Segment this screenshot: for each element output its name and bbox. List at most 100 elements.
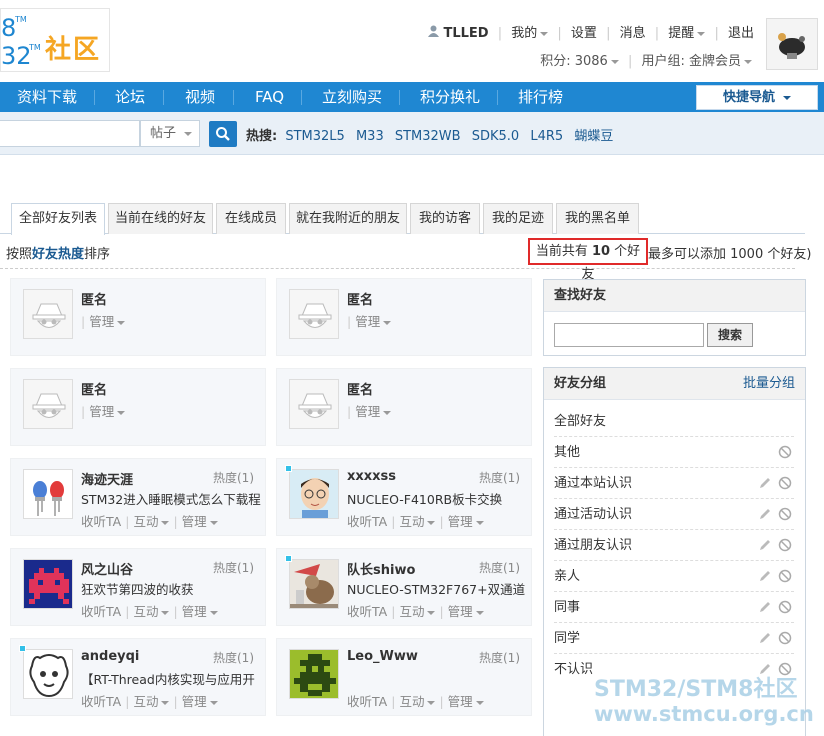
find-friend-button[interactable]: 搜索: [707, 323, 753, 347]
group-item[interactable]: 其他: [554, 437, 794, 468]
remind-menu[interactable]: 提醒: [668, 22, 706, 41]
quick-nav-button[interactable]: 快捷导航: [696, 85, 818, 110]
manage-menu[interactable]: 管理: [448, 604, 484, 619]
interact-menu[interactable]: 互动: [133, 604, 170, 619]
edit-icon[interactable]: [758, 600, 772, 614]
tab-footprints[interactable]: 我的足迹: [483, 203, 553, 234]
anonymous-avatar[interactable]: [289, 289, 339, 339]
manage-menu[interactable]: 管理: [355, 314, 392, 329]
manage-menu[interactable]: 管理: [355, 404, 392, 419]
search-button[interactable]: [209, 121, 237, 147]
tab-online-friends[interactable]: 当前在线的好友: [108, 203, 213, 234]
friend-signature[interactable]: NUCLEO-F410RB板卡交换: [347, 489, 527, 508]
username-link[interactable]: TLLED: [443, 26, 488, 41]
manage-menu[interactable]: 管理: [182, 694, 218, 709]
settings-link[interactable]: 设置: [571, 22, 597, 41]
friend-name[interactable]: xxxxss: [347, 469, 396, 484]
points-menu[interactable]: 积分: 3086: [540, 54, 619, 69]
manage-menu[interactable]: 管理: [89, 404, 126, 419]
anonymous-avatar[interactable]: [23, 379, 73, 429]
my-menu[interactable]: 我的: [511, 22, 549, 41]
manage-menu[interactable]: 管理: [182, 514, 218, 529]
follow-link[interactable]: 收听TA: [81, 604, 121, 619]
group-item[interactable]: 全部好友: [554, 406, 794, 437]
logout-link[interactable]: 退出: [728, 22, 754, 41]
anonymous-avatar[interactable]: [23, 289, 73, 339]
group-item[interactable]: 同学: [554, 623, 794, 654]
hot-link[interactable]: 蝴蝶豆: [574, 129, 613, 144]
friend-signature[interactable]: NUCLEO-STM32F767+双通道: [347, 579, 527, 598]
friend-name[interactable]: 匿名: [347, 379, 373, 398]
block-icon[interactable]: [778, 476, 792, 490]
messages-link[interactable]: 消息: [620, 22, 646, 41]
tab-blacklist[interactable]: 我的黑名单: [556, 203, 639, 234]
edit-icon[interactable]: [758, 662, 772, 676]
search-input[interactable]: [0, 120, 140, 147]
edit-icon[interactable]: [758, 476, 772, 490]
interact-menu[interactable]: 互动: [399, 514, 436, 529]
edit-icon[interactable]: [758, 631, 772, 645]
nav-item-rewards[interactable]: 积分换礼: [420, 82, 480, 112]
group-item[interactable]: 同事: [554, 592, 794, 623]
block-icon[interactable]: [778, 631, 792, 645]
hot-link[interactable]: SDK5.0: [472, 129, 519, 144]
block-icon[interactable]: [778, 507, 792, 521]
group-item[interactable]: 亲人: [554, 561, 794, 592]
friend-name[interactable]: 匿名: [347, 289, 373, 308]
friend-name[interactable]: 匿名: [81, 379, 107, 398]
friend-signature[interactable]: 【RT-Thread内核实现与应用开: [81, 669, 261, 688]
anonymous-avatar[interactable]: [289, 379, 339, 429]
interact-menu[interactable]: 互动: [399, 694, 436, 709]
edit-icon[interactable]: [758, 507, 772, 521]
tab-visitors[interactable]: 我的访客: [410, 203, 480, 234]
group-item[interactable]: 通过朋友认识: [554, 530, 794, 561]
group-item[interactable]: 通过活动认识: [554, 499, 794, 530]
block-icon[interactable]: [778, 569, 792, 583]
hot-link[interactable]: STM32L5: [285, 129, 344, 144]
tab-online-members[interactable]: 在线成员: [216, 203, 286, 234]
manage-menu[interactable]: 管理: [182, 604, 218, 619]
user-avatar[interactable]: [766, 18, 818, 70]
nav-item-video[interactable]: 视频: [185, 82, 215, 112]
follow-link[interactable]: 收听TA: [347, 694, 387, 709]
friend-avatar[interactable]: [23, 649, 73, 699]
manage-menu[interactable]: 管理: [448, 694, 484, 709]
friend-avatar[interactable]: [23, 559, 73, 609]
group-item[interactable]: 通过本站认识: [554, 468, 794, 499]
interact-menu[interactable]: 互动: [399, 604, 436, 619]
friend-name[interactable]: 风之山谷: [81, 559, 133, 578]
friend-name[interactable]: 海迹天涯: [81, 469, 133, 488]
follow-link[interactable]: 收听TA: [347, 514, 387, 529]
nav-item-ranking[interactable]: 排行榜: [518, 82, 563, 112]
friend-name[interactable]: andeyqi: [81, 649, 139, 664]
edit-icon[interactable]: [758, 569, 772, 583]
friend-signature[interactable]: 狂欢节第四波的收获: [81, 579, 261, 598]
search-type-select[interactable]: 帖子: [140, 120, 200, 147]
friend-name[interactable]: Leo_Www: [347, 649, 418, 664]
friend-avatar[interactable]: [289, 559, 339, 609]
manage-menu[interactable]: 管理: [89, 314, 126, 329]
hot-link[interactable]: STM32WB: [395, 129, 461, 144]
follow-link[interactable]: 收听TA: [81, 514, 121, 529]
nav-item-buy[interactable]: 立刻购买: [322, 82, 382, 112]
friend-avatar[interactable]: [289, 649, 339, 699]
find-friend-input[interactable]: [554, 323, 704, 347]
edit-icon[interactable]: [758, 538, 772, 552]
nav-item-downloads[interactable]: 资料下载: [17, 82, 77, 112]
hot-link[interactable]: M33: [356, 129, 384, 144]
friend-avatar[interactable]: [289, 469, 339, 519]
friend-name[interactable]: 队长shiwo: [347, 559, 415, 578]
follow-link[interactable]: 收听TA: [81, 694, 121, 709]
friend-avatar[interactable]: [23, 469, 73, 519]
friend-name[interactable]: 匿名: [81, 289, 107, 308]
sort-key-link[interactable]: 好友热度: [32, 247, 84, 262]
usergroup-menu[interactable]: 用户组: 金牌会员: [641, 54, 752, 69]
manage-menu[interactable]: 管理: [448, 514, 484, 529]
nav-item-faq[interactable]: FAQ: [255, 82, 284, 112]
friend-signature[interactable]: STM32进入睡眠模式怎么下载程: [81, 489, 261, 508]
batch-group-link[interactable]: 批量分组: [743, 368, 795, 400]
block-icon[interactable]: [778, 445, 792, 459]
tab-all-friends[interactable]: 全部好友列表: [11, 203, 105, 235]
hot-link[interactable]: L4R5: [530, 129, 563, 144]
nav-item-forum[interactable]: 论坛: [115, 82, 145, 112]
